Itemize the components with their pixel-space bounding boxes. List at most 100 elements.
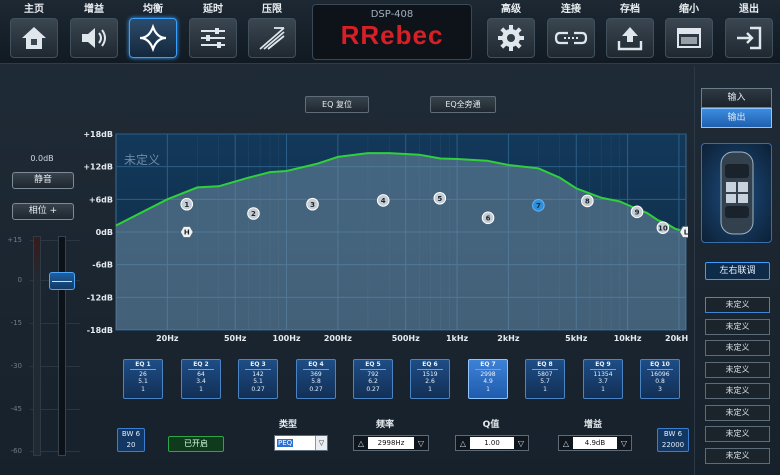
- fader-track[interactable]: [58, 236, 66, 456]
- top-toolbar: 主页 增益 均衡 延时 压限 DSP-408 RRebec 高级 连接 存档 缩…: [0, 0, 780, 64]
- y-tick-label: 0dB: [96, 228, 113, 237]
- q-down-icon[interactable]: ▽: [514, 436, 528, 450]
- eq-band-box[interactable]: EQ 1 26 5.1 1: [123, 359, 163, 399]
- band-marker[interactable]: 3: [306, 197, 319, 211]
- y-tick-label: +12dB: [84, 163, 113, 172]
- type-select[interactable]: PEQ ▽: [274, 435, 328, 451]
- brand-text: Rebec: [360, 20, 444, 50]
- gain-value[interactable]: 4.9dB: [573, 437, 617, 449]
- band-marker-label: L: [684, 229, 688, 237]
- freq-down-icon[interactable]: ▽: [414, 436, 428, 450]
- device-model: DSP-408: [370, 9, 414, 20]
- connect-label: 连接: [561, 4, 581, 15]
- advanced-button[interactable]: 高级: [485, 3, 537, 61]
- mute-button[interactable]: 静音: [12, 172, 74, 189]
- eq-bypass-button[interactable]: EQ全旁通: [430, 96, 496, 113]
- eq-band-box[interactable]: EQ 6 1519 2.6 1: [410, 359, 450, 399]
- delay-button[interactable]: 延时: [187, 3, 239, 61]
- minimize-button[interactable]: 缩小: [663, 3, 715, 61]
- band-marker[interactable]: 9: [630, 205, 644, 219]
- eq-band-box[interactable]: EQ 9 11354 3.7 1: [583, 359, 623, 399]
- x-tick-label: 10kHz: [614, 334, 642, 343]
- input-button[interactable]: 输入: [701, 88, 772, 108]
- x-tick-label: 50Hz: [224, 334, 247, 343]
- eq-band-box[interactable]: EQ 5 792 6.2 0.27: [353, 359, 393, 399]
- eq-reset-button[interactable]: EQ 复位: [305, 96, 369, 113]
- chevron-down-icon[interactable]: ▽: [315, 436, 327, 450]
- band-title: EQ 5: [360, 361, 386, 370]
- q-label: Q值: [482, 420, 500, 430]
- band-marker[interactable]: 2: [247, 207, 260, 220]
- freq-stepper[interactable]: △ 2998Hz ▽: [353, 435, 429, 451]
- x-tick-label: 500Hz: [392, 334, 420, 343]
- save-button[interactable]: 存档: [604, 3, 656, 61]
- band-marker[interactable]: 6: [481, 211, 495, 225]
- band-gain: 5.1: [138, 378, 148, 385]
- limiter-button[interactable]: 压限: [246, 3, 298, 61]
- bw-left-box[interactable]: BW 6 20: [117, 428, 145, 452]
- eq-band-box[interactable]: EQ 7 2998 4.9 1: [468, 359, 508, 399]
- y-tick-label: -12dB: [87, 293, 113, 302]
- band-marker-label: 1: [184, 201, 189, 209]
- band-marker-label: 4: [381, 197, 386, 205]
- eq-band-box[interactable]: EQ 4 369 5.8 0.27: [296, 359, 336, 399]
- connect-button[interactable]: 连接: [545, 3, 597, 61]
- save-label: 存档: [620, 4, 640, 15]
- eq-graph[interactable]: 未定义 +18dB +12dB +6dB 0dB -6dB -12dB -18dB 20Hz…: [83, 128, 693, 346]
- preset-slot[interactable]: 未定义: [705, 340, 770, 356]
- enabled-toggle[interactable]: 已开启: [168, 436, 224, 452]
- exit-button[interactable]: 退出: [723, 3, 775, 61]
- band-marker[interactable]: 1: [180, 197, 194, 211]
- x-axis-labels: 20Hz 50Hz 100Hz 200Hz 500Hz 1kHz 2kHz 5kHz 10kHz…: [156, 334, 693, 343]
- scale-label: 0: [17, 276, 22, 284]
- y-axis-labels: +18dB +12dB +6dB 0dB -6dB -12dB -18dB: [83, 130, 113, 335]
- band-marker-label: H: [184, 229, 190, 237]
- speaker-icon: [70, 18, 118, 58]
- eq-band-box[interactable]: EQ 10 16096 0.8 3: [640, 359, 680, 399]
- preset-slot[interactable]: 未定义: [705, 426, 770, 442]
- home-button[interactable]: 主页: [8, 3, 60, 61]
- scale-label: -45: [10, 405, 22, 413]
- freq-up-icon[interactable]: △: [354, 436, 368, 450]
- preset-slot[interactable]: 未定义: [705, 383, 770, 399]
- preset-slot[interactable]: 未定义: [705, 447, 770, 464]
- band-freq: 64: [197, 370, 205, 378]
- gain-down-icon[interactable]: ▽: [617, 436, 631, 450]
- band-q: 0.27: [366, 385, 380, 393]
- band-title: EQ 4: [303, 361, 329, 370]
- band-gain: 5.7: [540, 378, 550, 385]
- freq-value[interactable]: 2998Hz: [368, 437, 414, 449]
- preset-slot[interactable]: 未定义: [705, 318, 770, 335]
- output-button[interactable]: 输出: [701, 108, 772, 128]
- lr-link-button[interactable]: 左右联调: [705, 262, 770, 280]
- band-marker[interactable]: 7: [532, 199, 545, 212]
- band-marker[interactable]: 4: [376, 194, 390, 207]
- phase-button[interactable]: 相位 +: [12, 203, 74, 220]
- fader-knob[interactable]: [49, 272, 75, 290]
- preset-slot[interactable]: 未定义: [705, 297, 770, 313]
- bw-right-box[interactable]: BW 6 22000: [657, 428, 689, 452]
- band-marker-label: 8: [585, 198, 590, 206]
- q-value[interactable]: 1.00: [470, 437, 514, 449]
- gain-up-icon[interactable]: △: [559, 436, 573, 450]
- eq-band-box[interactable]: EQ 2 64 3.4 1: [181, 359, 221, 399]
- band-marker[interactable]: H: [179, 225, 194, 239]
- q-stepper[interactable]: △ 1.00 ▽: [455, 435, 529, 451]
- link-icon: [547, 18, 595, 58]
- eq-band-box[interactable]: EQ 3 142 5.1 0.27: [238, 359, 278, 399]
- band-title: EQ 10: [647, 361, 673, 370]
- gain-button[interactable]: 增益: [68, 3, 120, 61]
- scale-label: -60: [10, 447, 22, 455]
- preset-slot[interactable]: 未定义: [705, 361, 770, 378]
- band-marker[interactable]: 5: [433, 191, 447, 205]
- q-up-icon[interactable]: △: [456, 436, 470, 450]
- car-image: [701, 143, 772, 243]
- band-freq: 16096: [650, 370, 670, 378]
- eq-button[interactable]: 均衡: [127, 3, 179, 61]
- scale-label: -30: [10, 362, 22, 370]
- preset-slot[interactable]: 未定义: [705, 404, 770, 421]
- gain-stepper[interactable]: △ 4.9dB ▽: [558, 435, 632, 451]
- band-marker[interactable]: 8: [581, 194, 594, 208]
- band-marker[interactable]: 10: [656, 221, 670, 234]
- eq-band-box[interactable]: EQ 8 5807 5.7 1: [525, 359, 565, 399]
